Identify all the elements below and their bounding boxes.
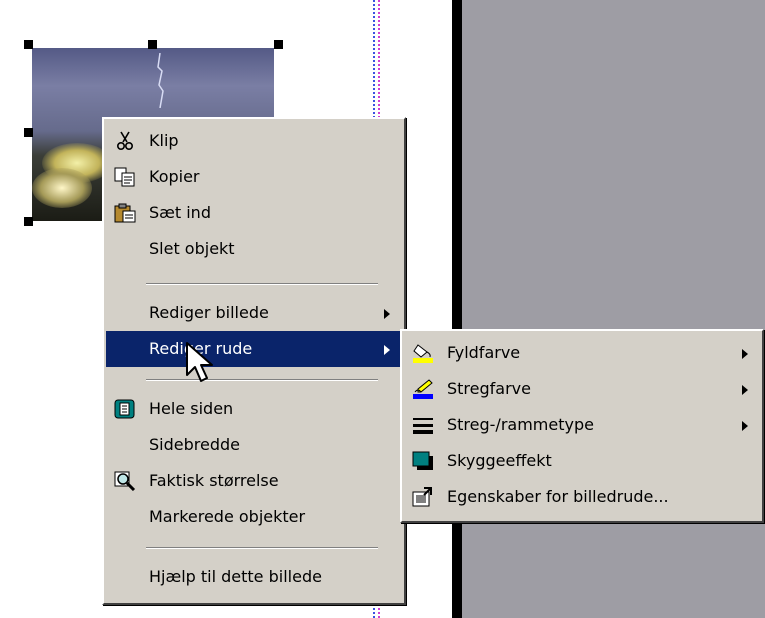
resize-handle[interactable] [24, 217, 33, 226]
menu-item-help-picture[interactable]: Hjælp til dette billede [106, 559, 402, 595]
menu-item-paste[interactable]: Sæt ind [106, 195, 402, 231]
menu-item-edit-picture[interactable]: Rediger billede [106, 295, 402, 331]
scratch-area [462, 0, 765, 618]
menu-item-label: Hele siden [149, 399, 234, 418]
submenu-item-label: Fyldfarve [447, 343, 521, 362]
zoom-icon [114, 471, 136, 492]
submenu-arrow-icon [742, 385, 748, 395]
menu-item-whole-page[interactable]: Hele siden [106, 391, 402, 427]
submenu-item-label: Skyggeeffekt [447, 451, 552, 470]
resize-handle[interactable] [24, 40, 33, 49]
menu-item-label: Faktisk størrelse [149, 471, 279, 490]
submenu-item-shadow[interactable]: Skyggeeffekt [404, 443, 760, 479]
menu-item-edit-frame[interactable]: Rediger rude [106, 331, 402, 367]
city-lights-graphic [32, 168, 92, 208]
menu-item-label: Kopier [149, 167, 200, 186]
context-menu: Klip Kopier Sæt ind Slet objekt Rediger … [102, 117, 406, 605]
submenu-item-label: Egenskaber for billedrude... [447, 487, 669, 506]
menu-item-label: Hjælp til dette billede [149, 567, 322, 586]
lightning-graphic [157, 53, 164, 108]
submenu-arrow-icon [742, 349, 748, 359]
menu-item-label: Klip [149, 131, 179, 150]
menu-item-page-width[interactable]: Sidebredde [106, 427, 402, 463]
menu-item-delete-object[interactable]: Slet objekt [106, 231, 402, 267]
menu-separator [146, 283, 378, 285]
menu-separator [146, 379, 378, 381]
menu-item-label: Sæt ind [149, 203, 211, 222]
mouse-cursor-icon [186, 342, 213, 382]
whole-page-icon [114, 399, 136, 419]
resize-handle[interactable] [24, 128, 33, 137]
menu-item-actual-size[interactable]: Faktisk størrelse [106, 463, 402, 499]
menu-item-label: Rediger billede [149, 303, 269, 322]
scissors-icon [114, 131, 136, 151]
copy-icon [114, 167, 136, 187]
edit-frame-submenu: Fyldfarve Stregfarve Streg-/rammetype Sk… [400, 329, 764, 523]
resize-handle[interactable] [274, 40, 283, 49]
menu-item-label: Sidebredde [149, 435, 240, 454]
submenu-arrow-icon [384, 345, 390, 355]
paste-icon [114, 203, 136, 223]
menu-separator [146, 547, 378, 549]
submenu-item-properties[interactable]: Egenskaber for billedrude... [404, 479, 760, 515]
publisher-workspace: Klip Kopier Sæt ind Slet objekt Rediger … [0, 0, 765, 618]
line-color-icon [412, 379, 434, 399]
properties-icon [412, 487, 434, 507]
shadow-icon [412, 451, 434, 471]
page-edge [452, 0, 462, 618]
submenu-arrow-icon [384, 309, 390, 319]
submenu-item-line-color[interactable]: Stregfarve [404, 371, 760, 407]
submenu-arrow-icon [742, 421, 748, 431]
menu-item-copy[interactable]: Kopier [106, 159, 402, 195]
menu-item-label: Slet objekt [149, 239, 235, 258]
submenu-item-label: Stregfarve [447, 379, 531, 398]
menu-item-cut[interactable]: Klip [106, 123, 402, 159]
line-style-icon [412, 415, 434, 435]
menu-item-label: Markerede objekter [149, 507, 306, 526]
submenu-item-label: Streg-/rammetype [447, 415, 594, 434]
submenu-item-line-style[interactable]: Streg-/rammetype [404, 407, 760, 443]
resize-handle[interactable] [148, 40, 157, 49]
submenu-item-fill-color[interactable]: Fyldfarve [404, 335, 760, 371]
fill-color-icon [412, 343, 434, 363]
menu-item-selected-objects[interactable]: Markerede objekter [106, 499, 402, 535]
